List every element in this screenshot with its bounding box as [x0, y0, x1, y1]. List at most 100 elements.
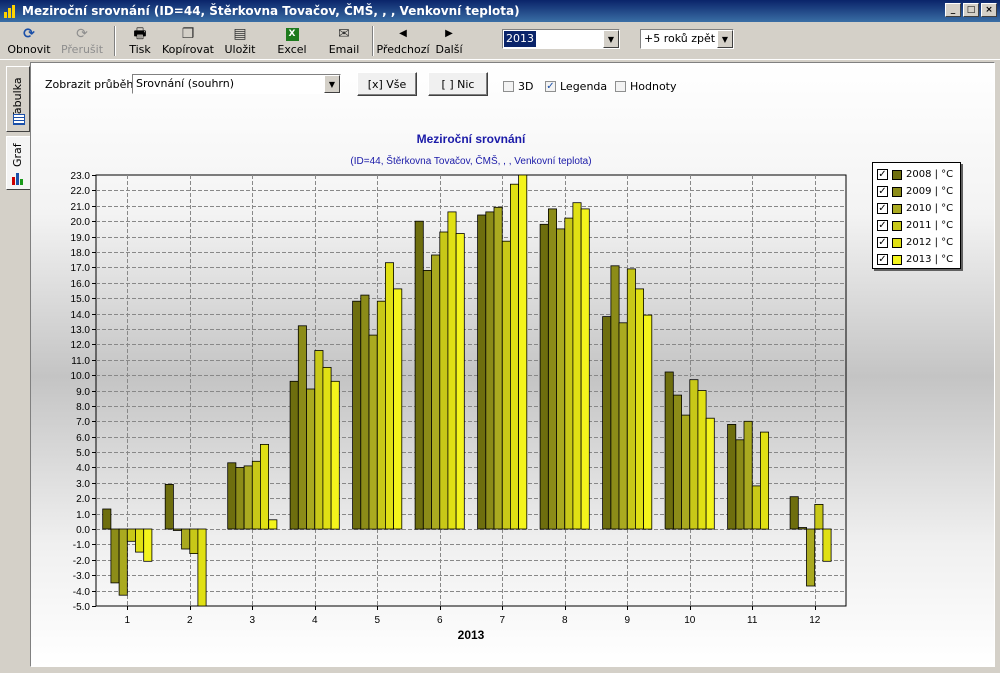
bar [735, 439, 745, 530]
legend-label: 2008 | °C [906, 169, 954, 180]
save-icon: ▤ [233, 26, 247, 42]
bar [181, 528, 191, 550]
bar [580, 208, 590, 530]
legend-label: 2012 | °C [906, 237, 954, 248]
window-title: Meziroční srovnání (ID=44, Štěrkovna Tov… [22, 4, 520, 18]
legend-item[interactable]: ✓ 2012 | °C [877, 234, 960, 251]
legend-swatch [892, 186, 902, 197]
legend-swatch [892, 203, 902, 214]
y-tick-label: -3.0 [73, 571, 91, 582]
bar [798, 527, 808, 530]
x-axis-label: 2013 [458, 628, 485, 642]
y-tick-label: 17.0 [71, 263, 91, 274]
bar [414, 220, 424, 530]
bar [376, 300, 386, 530]
tab-table[interactable]: Tabulka [6, 66, 30, 132]
bar [643, 314, 653, 530]
bar [664, 371, 674, 530]
stop-icon: ⟳ [76, 26, 88, 42]
year-select[interactable]: 2013 ▼ [502, 29, 620, 49]
x-tick-label: 5 [374, 615, 380, 626]
legend-swatch [892, 237, 902, 248]
tab-chart[interactable]: Graf [6, 136, 30, 190]
legend-checkbox[interactable]: ✓ [877, 186, 888, 197]
excel-button[interactable]: X Excel [264, 22, 320, 58]
bar [352, 300, 362, 530]
legend-item[interactable]: ✓ 2008 | °C [877, 166, 960, 183]
y-tick-label: 11.0 [71, 356, 90, 367]
refresh-icon: ⟳ [23, 26, 35, 42]
bar [393, 288, 403, 530]
print-button[interactable]: 🖶 Tisk [120, 22, 160, 58]
legend-checkbox[interactable]: ✓ [877, 237, 888, 248]
bar [197, 528, 207, 607]
next-button[interactable]: ▶ Další [428, 22, 470, 58]
x-tick-label: 4 [312, 615, 318, 626]
bar [485, 211, 495, 530]
bar [143, 528, 153, 562]
bar [439, 231, 449, 530]
y-tick-label: 14.0 [71, 310, 91, 321]
bar [602, 316, 612, 530]
legend-checkbox[interactable]: ✓ [877, 220, 888, 231]
stop-button[interactable]: ⟳ Přerušit [54, 22, 110, 58]
chart-subtitle: (ID=44, Štěrkovna Tovačov, ČMŠ, , , Venk… [350, 154, 591, 167]
plot-area [95, 174, 847, 607]
refresh-button[interactable]: ⟳ Obnovit [4, 22, 54, 58]
bar [477, 214, 487, 530]
email-button[interactable]: ✉ Email [320, 22, 368, 58]
title-bar: Meziroční srovnání (ID=44, Štěrkovna Tov… [0, 0, 1000, 22]
y-tick-label: 16.0 [71, 279, 91, 290]
x-tick-label: 6 [437, 615, 443, 626]
maximize-button[interactable]: □ [963, 3, 979, 17]
legend-item[interactable]: ✓ 2011 | °C [877, 217, 960, 234]
bar [289, 380, 299, 530]
legend-label: 2009 | °C [906, 186, 954, 197]
y-tick-label: -2.0 [73, 556, 91, 567]
bar [251, 460, 261, 530]
y-tick-label: 22.0 [71, 186, 91, 197]
legend-item[interactable]: ✓ 2013 | °C [877, 251, 960, 268]
chevron-down-icon[interactable]: ▼ [603, 30, 619, 48]
y-tick-label: 10.0 [71, 371, 91, 382]
y-tick-label: 8.0 [76, 402, 90, 413]
toolbar-separator [372, 26, 374, 56]
save-button[interactable]: ▤ Uložit [216, 22, 264, 58]
close-button[interactable]: × [981, 3, 997, 17]
y-tick-label: -5.0 [73, 602, 91, 613]
prev-button[interactable]: ◀ Předchozí [376, 22, 429, 58]
range-select[interactable]: +5 roků zpět ▼ [640, 29, 734, 49]
y-tick-label: 20.0 [71, 217, 91, 228]
excel-icon: X [285, 26, 299, 42]
bar-chart: Meziroční srovnání (ID=44, Štěrkovna Tova… [71, 132, 847, 642]
legend-checkbox[interactable]: ✓ [877, 203, 888, 214]
y-tick-label: 3.0 [76, 479, 90, 490]
copy-button[interactable]: ❐ Kopírovat [160, 22, 216, 58]
y-tick-label: 1.0 [76, 510, 90, 521]
y-tick-label: 2.0 [76, 494, 90, 505]
bar [618, 322, 628, 530]
chevron-down-icon[interactable]: ▼ [717, 30, 733, 48]
legend-item[interactable]: ✓ 2010 | °C [877, 200, 960, 217]
bar [539, 223, 549, 530]
bar [626, 268, 636, 530]
legend-item[interactable]: ✓ 2009 | °C [877, 183, 960, 200]
bar [727, 423, 737, 530]
legend-checkbox[interactable]: ✓ [877, 254, 888, 265]
y-tick-label: 6.0 [76, 433, 90, 444]
legend-checkbox[interactable]: ✓ [877, 169, 888, 180]
minimize-button[interactable]: _ [945, 3, 961, 17]
legend-label: 2010 | °C [906, 203, 954, 214]
x-tick-label: 1 [124, 615, 130, 626]
x-tick-label: 10 [684, 615, 696, 626]
arrow-left-icon: ◀ [399, 28, 407, 39]
app-chart-icon [4, 4, 18, 18]
bar [384, 262, 394, 530]
bar-chart-icon [12, 173, 23, 185]
y-tick-label: 21.0 [71, 202, 91, 213]
chart-panel: Zobrazit průběh: Srovnání (souhrn) ▼ [x]… [30, 62, 995, 667]
bar [564, 217, 574, 530]
bar [135, 528, 145, 553]
bar [501, 240, 511, 530]
bar [306, 388, 316, 530]
